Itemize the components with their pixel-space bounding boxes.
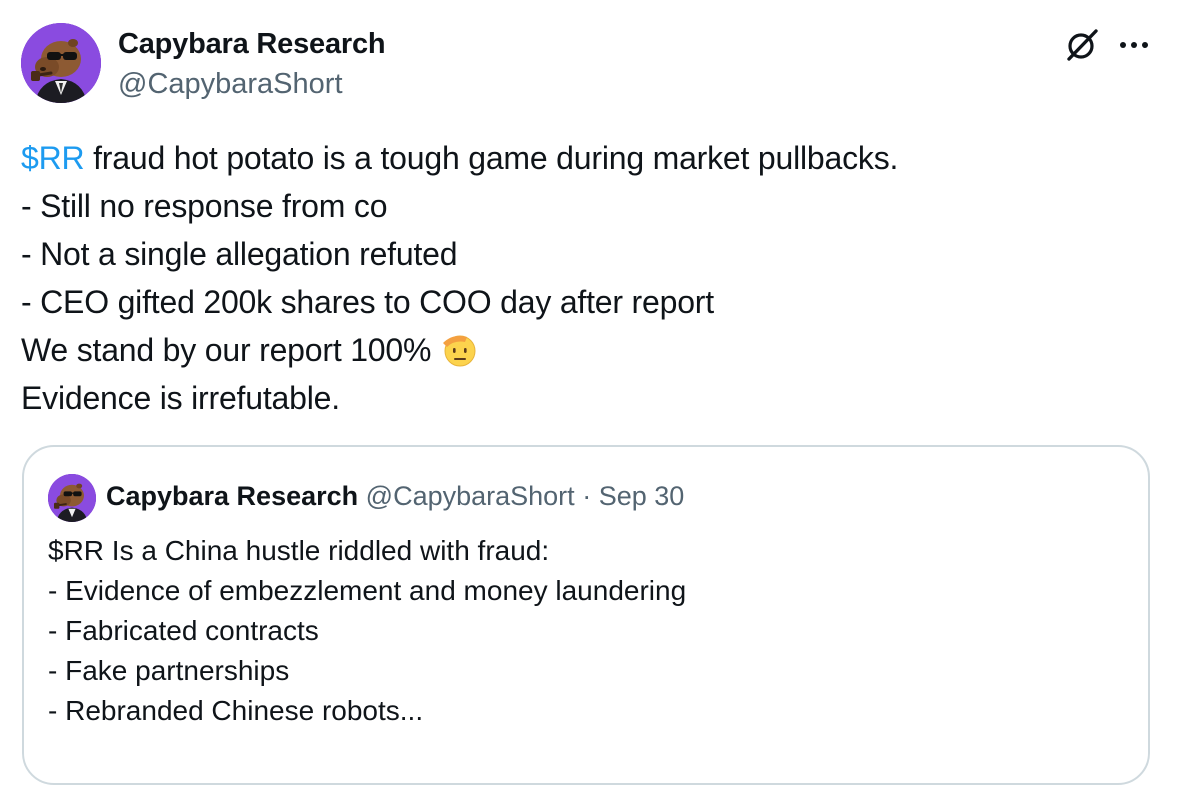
capybara-avatar-icon	[48, 474, 96, 522]
saluting-face-emoji-icon	[439, 329, 479, 369]
author-avatar[interactable]	[21, 23, 101, 103]
tweet-line: - Not a single allegation refuted	[21, 236, 458, 272]
capybara-avatar-icon	[21, 23, 101, 103]
quote-author-handle[interactable]: @CapybaraShort	[366, 481, 575, 511]
quote-author-avatar[interactable]	[48, 474, 96, 522]
tweet-line: We stand by our report 100%	[21, 326, 1151, 374]
tweet-line: Evidence is irrefutable.	[21, 380, 340, 416]
tweet-line: - CEO gifted 200k shares to COO day afte…	[21, 284, 714, 320]
tweet: Capybara Research @CapybaraShort $RR fra…	[0, 0, 1180, 785]
quote-date[interactable]: Sep 30	[599, 481, 685, 511]
quote-header: Capybara Research @CapybaraShort · Sep 3…	[106, 478, 684, 514]
quote-line: - Rebranded Chinese robots...	[48, 695, 424, 726]
tweet-line: - Still no response from co	[21, 188, 388, 224]
tweet-line-text: We stand by our report 100%	[21, 332, 432, 368]
tweet-line-text: fraud hot potato is a tough game during …	[84, 140, 899, 176]
quote-text: $RR Is a China hustle riddled with fraud…	[48, 531, 686, 731]
quote-line: - Fake partnerships	[48, 655, 290, 686]
tweet-text: $RR fraud hot potato is a tough game dur…	[21, 134, 1151, 422]
quote-line: $RR Is a China hustle riddled with fraud…	[48, 535, 550, 566]
cashtag-link[interactable]: $RR	[21, 140, 85, 176]
author-name[interactable]: Capybara Research	[118, 26, 386, 62]
quote-line: - Evidence of embezzlement and money lau…	[48, 575, 687, 606]
quote-separator: ·	[582, 481, 592, 511]
tweet-line: $RR fraud hot potato is a tough game dur…	[21, 134, 1151, 182]
quote-line: - Fabricated contracts	[48, 615, 319, 646]
more-dots-icon[interactable]	[1116, 30, 1152, 60]
author-handle[interactable]: @CapybaraShort	[118, 66, 343, 102]
quote-author-name[interactable]: Capybara Research	[106, 481, 358, 511]
grok-icon[interactable]	[1064, 27, 1100, 63]
quoted-tweet-card[interactable]: Capybara Research @CapybaraShort · Sep 3…	[22, 445, 1150, 785]
